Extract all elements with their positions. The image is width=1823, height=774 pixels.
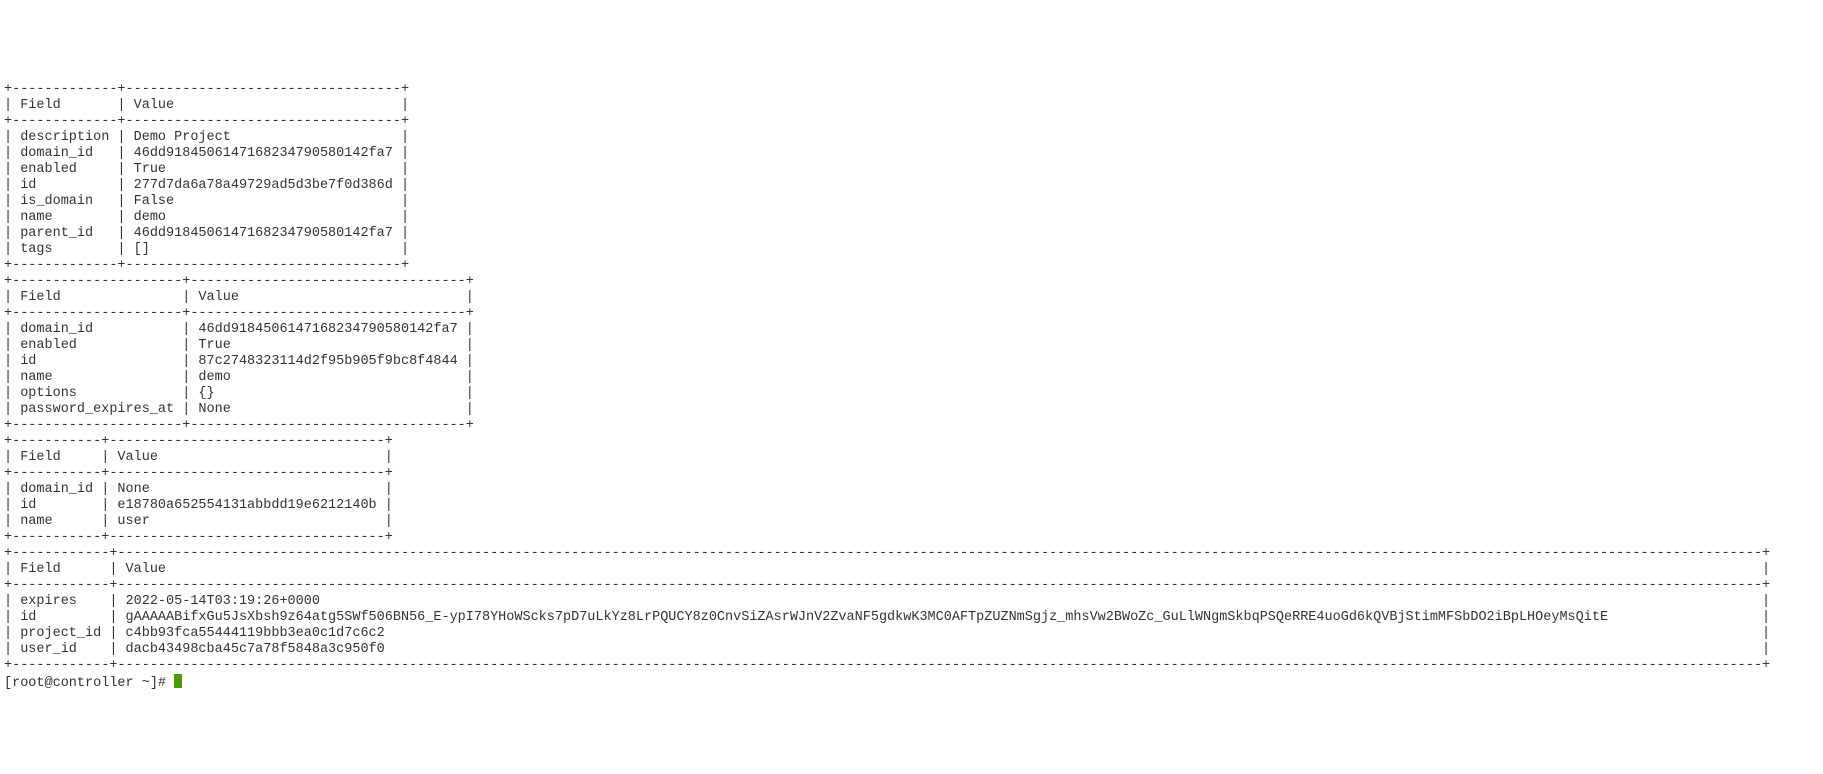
terminal-output[interactable]: +-------------+-------------------------… bbox=[0, 80, 1823, 694]
cursor-block bbox=[174, 674, 182, 688]
